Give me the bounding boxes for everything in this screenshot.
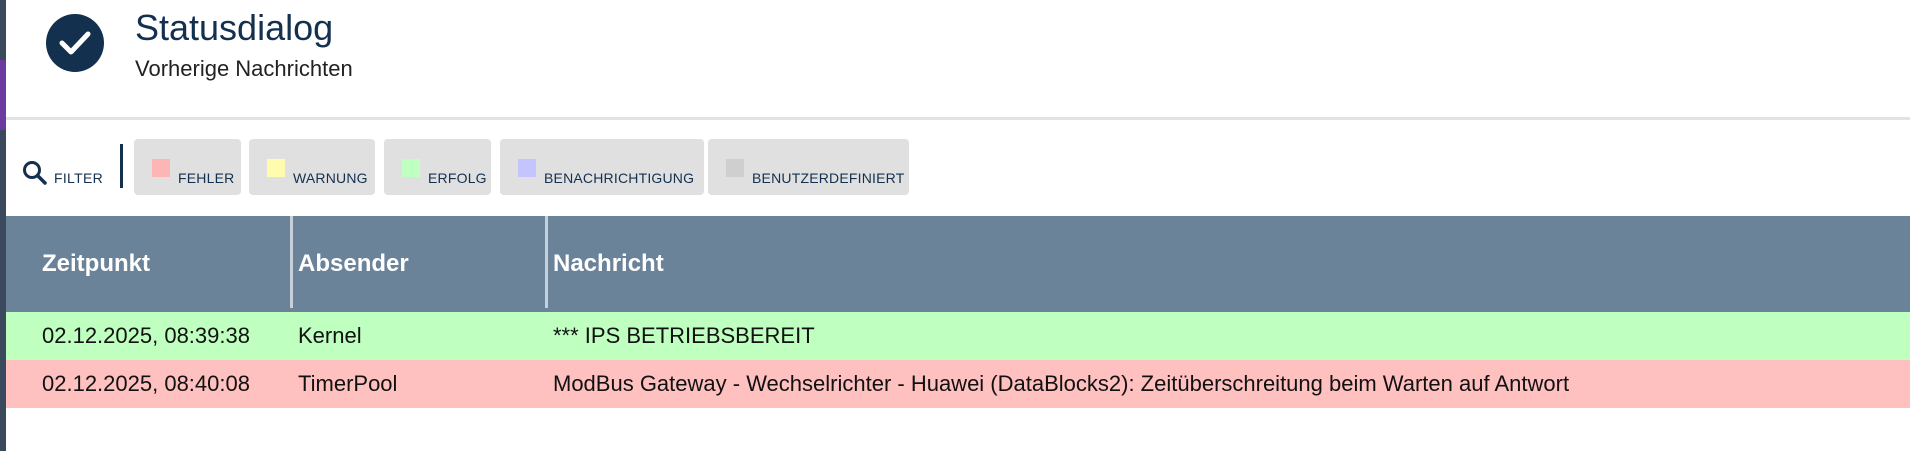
filter-chip-benachrichtigung[interactable]: BENACHRICHTIGUNG bbox=[500, 139, 704, 195]
column-header-zeitpunkt[interactable]: Zeitpunkt bbox=[42, 216, 150, 312]
page-title: Statusdialog bbox=[135, 7, 334, 48]
filter-chip-label: WARNUNG bbox=[293, 170, 368, 186]
filter-label: FILTER bbox=[54, 170, 103, 186]
filter-chip-erfolg[interactable]: ERFOLG bbox=[384, 139, 491, 195]
column-resize-handle[interactable] bbox=[545, 216, 548, 308]
filter-chip-benutzerdefiniert[interactable]: BENUTZERDEFINIERT bbox=[708, 139, 909, 195]
filter-bar: FILTER FEHLER WARNUNG ERFOLG BENACHRICHT… bbox=[6, 138, 1906, 196]
cell-zeitpunkt: 02.12.2025, 08:39:38 bbox=[42, 323, 250, 348]
cell-zeitpunkt: 02.12.2025, 08:40:08 bbox=[42, 371, 250, 396]
column-header-absender[interactable]: Absender bbox=[298, 216, 409, 312]
filter-button[interactable]: FILTER bbox=[22, 152, 103, 186]
cell-nachricht: *** IPS BETRIEBSBEREIT bbox=[553, 323, 815, 348]
benutzerdefiniert-swatch bbox=[726, 159, 744, 177]
filter-chip-label: ERFOLG bbox=[428, 170, 487, 186]
messages-table: Zeitpunkt Absender Nachricht 02.12.2025,… bbox=[6, 216, 1910, 408]
filter-chip-fehler[interactable]: FEHLER bbox=[134, 139, 241, 195]
erfolg-swatch bbox=[402, 159, 420, 177]
cell-nachricht: ModBus Gateway - Wechselrichter - Huawei… bbox=[553, 371, 1570, 396]
table-header: Zeitpunkt Absender Nachricht bbox=[6, 216, 1910, 312]
filter-chip-label: BENACHRICHTIGUNG bbox=[544, 170, 695, 186]
filter-separator bbox=[120, 144, 123, 188]
check-circle-icon bbox=[46, 14, 104, 72]
search-icon bbox=[23, 161, 47, 185]
dialog-header: Statusdialog Vorherige Nachrichten bbox=[0, 0, 1910, 118]
cell-absender: TimerPool bbox=[298, 371, 398, 396]
column-header-nachricht[interactable]: Nachricht bbox=[553, 216, 664, 312]
filter-chip-label: FEHLER bbox=[178, 170, 235, 186]
filter-chip-warnung[interactable]: WARNUNG bbox=[249, 139, 375, 195]
warnung-swatch bbox=[267, 159, 285, 177]
page-subtitle: Vorherige Nachrichten bbox=[135, 56, 353, 81]
cell-absender: Kernel bbox=[298, 323, 362, 348]
filter-chip-label: BENUTZERDEFINIERT bbox=[752, 170, 905, 186]
table-row[interactable]: 02.12.2025, 08:39:38 Kernel *** IPS BETR… bbox=[6, 312, 1910, 360]
table-row[interactable]: 02.12.2025, 08:40:08 TimerPool ModBus Ga… bbox=[6, 360, 1910, 408]
benachrichtigung-swatch bbox=[518, 159, 536, 177]
fehler-swatch bbox=[152, 159, 170, 177]
column-resize-handle[interactable] bbox=[290, 216, 293, 308]
header-divider bbox=[6, 117, 1910, 120]
